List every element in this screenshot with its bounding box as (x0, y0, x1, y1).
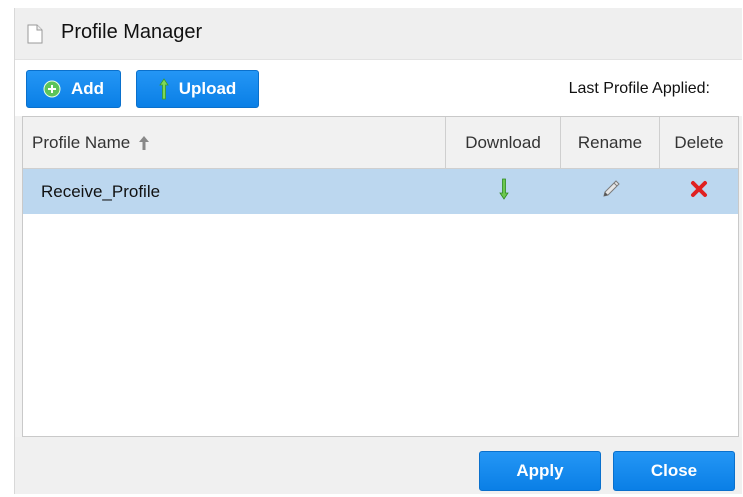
table-row[interactable]: Receive_Profile (23, 169, 738, 214)
upload-arrow-icon (158, 78, 169, 100)
column-header-label: Delete (674, 132, 724, 152)
close-button-label: Close (650, 461, 698, 480)
column-header-rename[interactable]: Rename (561, 117, 660, 168)
document-icon (27, 24, 43, 44)
download-arrow-icon (498, 178, 509, 205)
apply-button-label: Apply (516, 461, 564, 480)
last-profile-applied-label: Last Profile Applied: (568, 80, 710, 97)
plus-circle-icon (43, 80, 61, 98)
table-header: Profile Name Download Rename Delete (23, 117, 738, 169)
dialog-footer: Apply Close (15, 437, 742, 494)
profile-name-cell: Receive_Profile (41, 181, 161, 201)
delete-button[interactable] (660, 169, 738, 214)
column-header-profile-name[interactable]: Profile Name (23, 117, 446, 168)
profile-manager-dialog: Profile Manager Add Upload Last Profile … (14, 8, 742, 494)
toolbar: Add Upload Last Profile Applied: (15, 60, 742, 116)
close-button[interactable]: Close (613, 451, 735, 491)
profiles-table: Profile Name Download Rename Delete Rece… (22, 116, 739, 437)
add-button[interactable]: Add (26, 70, 121, 108)
column-header-delete[interactable]: Delete (660, 117, 738, 168)
column-header-label: Rename (577, 132, 643, 152)
column-header-download[interactable]: Download (446, 117, 561, 168)
red-x-icon (689, 179, 709, 204)
dialog-titlebar: Profile Manager (15, 8, 742, 60)
download-button[interactable] (446, 169, 561, 214)
pencil-icon (600, 178, 622, 205)
column-header-label: Download (465, 132, 541, 152)
column-header-label: Profile Name (32, 132, 131, 152)
apply-button[interactable]: Apply (479, 451, 601, 491)
upload-button-label: Upload (178, 79, 237, 98)
dialog-title: Profile Manager (61, 21, 203, 43)
sort-up-arrow-icon (138, 135, 150, 151)
upload-button[interactable]: Upload (136, 70, 259, 108)
add-button-label: Add (70, 79, 105, 98)
rename-button[interactable] (561, 169, 660, 214)
